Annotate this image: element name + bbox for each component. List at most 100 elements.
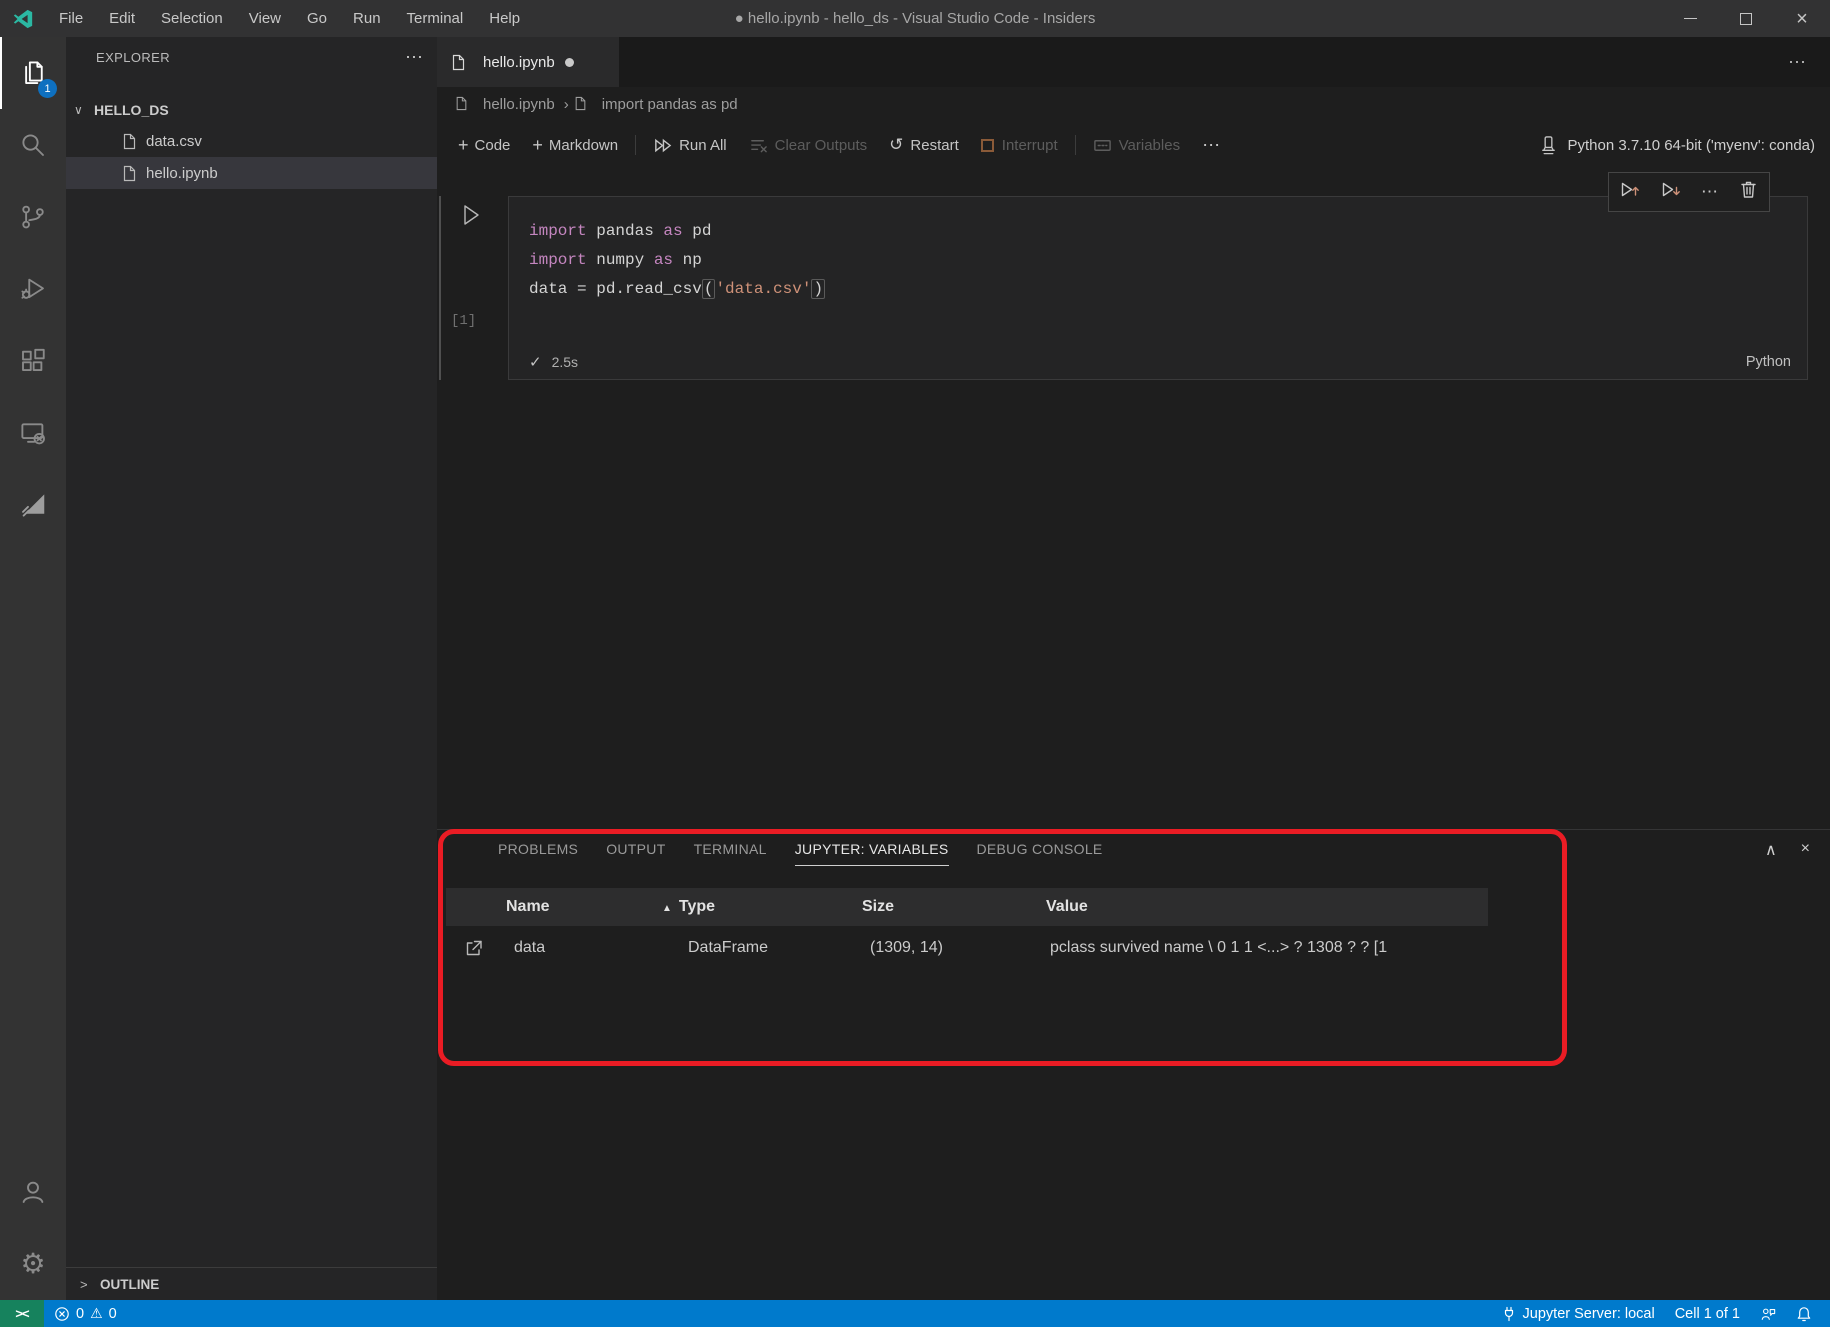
editor-more-actions[interactable]: ⋯	[1788, 52, 1830, 73]
menu-terminal[interactable]: Terminal	[394, 0, 477, 37]
code-line: data = pd.read_csv('data.csv')	[529, 275, 1807, 304]
error-icon	[54, 1306, 70, 1322]
activity-remote-explorer[interactable]	[0, 397, 66, 469]
source-control-icon	[18, 202, 48, 232]
variables-table: Name ▲Type Size Value data DataFrame (13…	[446, 888, 1488, 970]
file-label: data.csv	[146, 133, 202, 150]
feedback-button[interactable]	[1750, 1300, 1786, 1327]
kernel-picker[interactable]: Python 3.7.10 64-bit ('myenv': conda)	[1538, 135, 1830, 156]
activity-search[interactable]	[0, 109, 66, 181]
folder-hello-ds[interactable]: ∨ HELLO_DS	[66, 95, 437, 125]
minimize-icon	[1684, 18, 1697, 19]
tab-hello-ipynb[interactable]: hello.ipynb	[437, 37, 619, 87]
open-variable-button[interactable]	[446, 938, 500, 959]
variable-row-data[interactable]: data DataFrame (1309, 14) pclass survive…	[446, 926, 1488, 970]
warning-count: 0	[109, 1306, 117, 1322]
execution-duration: 2.5s	[552, 354, 578, 370]
menu-edit[interactable]: Edit	[96, 0, 148, 37]
run-below-button[interactable]	[1660, 179, 1681, 205]
chevron-down-icon: ∨	[74, 103, 94, 117]
activity-source-control[interactable]	[0, 181, 66, 253]
activity-custom-extension[interactable]	[0, 469, 66, 541]
column-header-size[interactable]: Size	[860, 898, 1040, 916]
tab-bar: hello.ipynb ⋯	[437, 37, 1830, 87]
notifications-button[interactable]	[1786, 1300, 1822, 1327]
outline-section[interactable]: > OUTLINE	[66, 1267, 437, 1300]
menu-selection[interactable]: Selection	[148, 0, 236, 37]
activity-bar: 1	[0, 37, 66, 1300]
run-cell-button[interactable]	[457, 202, 483, 233]
menu-help[interactable]: Help	[476, 0, 533, 37]
activity-account[interactable]	[0, 1156, 66, 1228]
tab-jupyter-variables[interactable]: JUPYTER: VARIABLES	[795, 841, 949, 866]
minimize-button[interactable]	[1662, 0, 1718, 37]
breadcrumb-file[interactable]: hello.ipynb	[483, 96, 555, 113]
problems-status[interactable]: 0 ⚠ 0	[44, 1300, 127, 1327]
run-debug-icon	[18, 274, 48, 304]
outline-label: OUTLINE	[100, 1277, 159, 1292]
cell-more-actions[interactable]: ⋯	[1701, 182, 1718, 202]
trash-icon	[1738, 179, 1759, 200]
activity-explorer[interactable]: 1	[0, 37, 66, 109]
cell-toolbar: ⋯	[1608, 172, 1770, 212]
tab-label: hello.ipynb	[483, 54, 555, 71]
column-header-name[interactable]: Name	[500, 898, 660, 916]
close-button[interactable]: ×	[1774, 0, 1830, 37]
activity-run-debug[interactable]	[0, 253, 66, 325]
plug-icon	[1501, 1306, 1517, 1322]
panel-tabs: PROBLEMS OUTPUT TERMINAL JUPYTER: VARIAB…	[498, 841, 1131, 866]
file-item-data-csv[interactable]: data.csv	[66, 125, 437, 157]
vscode-window: File Edit Selection View Go Run Terminal…	[0, 0, 1830, 1327]
maximize-panel-button[interactable]: ∧	[1765, 840, 1777, 860]
run-above-button[interactable]	[1619, 179, 1640, 205]
menu-view[interactable]: View	[236, 0, 294, 37]
clear-outputs-button[interactable]: Clear Outputs	[738, 130, 879, 160]
tab-output[interactable]: OUTPUT	[606, 841, 665, 865]
variable-size: (1309, 14)	[860, 939, 1040, 957]
menu-run[interactable]: Run	[340, 0, 394, 37]
variables-icon	[1093, 136, 1112, 155]
notebook-toolbar: + Code + Markdown Run All Clear Outputs …	[437, 122, 1830, 168]
tab-debug-console[interactable]: DEBUG CONSOLE	[977, 841, 1103, 865]
run-above-icon	[1619, 179, 1640, 200]
maximize-button[interactable]	[1718, 0, 1774, 37]
code-cell[interactable]: import pandas as pd import numpy as np d…	[508, 196, 1808, 380]
tab-problems[interactable]: PROBLEMS	[498, 841, 578, 865]
code-line: import numpy as np	[529, 246, 1807, 275]
remote-indicator[interactable]: ><	[0, 1300, 44, 1327]
add-code-cell-button[interactable]: + Code	[447, 130, 521, 160]
restart-button[interactable]: ↺ Restart	[878, 130, 970, 160]
menu-go[interactable]: Go	[294, 0, 340, 37]
run-all-button[interactable]: Run All	[642, 130, 738, 160]
code-editor[interactable]: import pandas as pd import numpy as np d…	[509, 197, 1807, 304]
variables-button[interactable]: Variables	[1082, 130, 1191, 160]
tab-terminal[interactable]: TERMINAL	[694, 841, 767, 865]
toolbar-separator	[635, 135, 636, 155]
code-line: import pandas as pd	[529, 217, 1807, 246]
column-header-value[interactable]: Value	[1040, 898, 1488, 916]
cell-position-status[interactable]: Cell 1 of 1	[1665, 1300, 1750, 1327]
gear-icon: ⚙	[20, 1250, 45, 1278]
interrupt-icon	[981, 139, 994, 152]
vscode-logo-icon	[12, 8, 34, 30]
menu-file[interactable]: File	[46, 0, 96, 37]
modified-dot-icon[interactable]	[565, 58, 574, 67]
variable-name: data	[500, 939, 660, 957]
close-panel-button[interactable]: ×	[1801, 840, 1810, 860]
explorer-more-actions[interactable]: ⋯	[405, 47, 423, 68]
delete-cell-button[interactable]	[1738, 179, 1759, 205]
file-icon	[122, 165, 137, 182]
activity-extensions[interactable]	[0, 325, 66, 397]
clear-outputs-icon	[749, 136, 768, 155]
add-markdown-cell-button[interactable]: + Markdown	[521, 130, 629, 160]
breadcrumb-symbol[interactable]: import pandas as pd	[602, 96, 738, 113]
interrupt-button[interactable]: Interrupt	[970, 130, 1069, 160]
column-header-type[interactable]: ▲Type	[660, 898, 860, 916]
cell-language-picker[interactable]: Python	[1746, 354, 1791, 370]
jupyter-server-status[interactable]: Jupyter Server: local	[1491, 1300, 1665, 1327]
plus-icon: +	[532, 135, 543, 156]
error-count: 0	[76, 1306, 84, 1322]
activity-settings[interactable]: ⚙	[0, 1228, 66, 1300]
file-item-hello-ipynb[interactable]: hello.ipynb	[66, 157, 437, 189]
toolbar-more-button[interactable]: ⋯	[1191, 130, 1231, 160]
